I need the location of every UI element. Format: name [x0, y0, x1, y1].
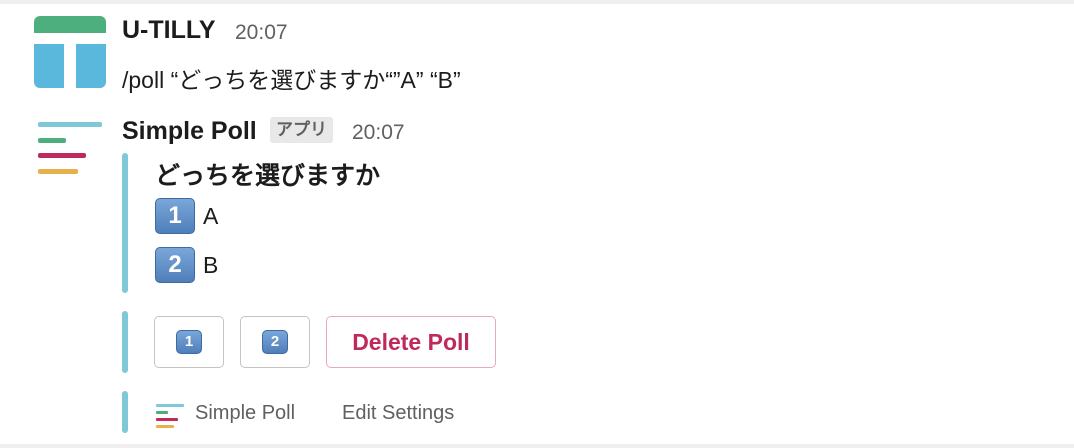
poll-option-label: B [203, 251, 219, 278]
attachment-accent-bar [122, 153, 128, 293]
message-timestamp[interactable]: 20:07 [352, 121, 405, 145]
footer-app-name[interactable]: Simple Poll [195, 402, 295, 425]
delete-poll-button[interactable]: Delete Poll [326, 316, 496, 368]
top-divider [0, 0, 1074, 4]
message-author-utilly[interactable]: U-TILLY [122, 16, 216, 45]
poll-option-label: A [203, 202, 219, 229]
message-text: /poll “どっちを選びますか“”A” “B” [122, 67, 461, 93]
poll-icon-line [156, 411, 168, 414]
poll-question: どっちを選びますか [155, 162, 381, 190]
utilly-avatar[interactable] [34, 16, 106, 88]
keycap-one-icon: 1 [155, 198, 195, 234]
poll-option: 1 A [155, 198, 218, 234]
avatar-blue-block-left [34, 44, 64, 88]
poll-option: 2 B [155, 247, 218, 283]
vote-option-1-button[interactable]: 1 [154, 316, 224, 368]
message-author-simple-poll[interactable]: Simple Poll [122, 117, 257, 146]
poll-icon-line [38, 169, 78, 174]
poll-icon-line [38, 153, 86, 158]
vote-option-2-button[interactable]: 2 [240, 316, 310, 368]
message-timestamp[interactable]: 20:07 [235, 21, 288, 45]
actions-accent-bar [122, 311, 128, 373]
poll-icon-line [38, 122, 102, 127]
bottom-divider [0, 444, 1074, 448]
footer-accent-bar [122, 391, 128, 433]
edit-settings-link[interactable]: Edit Settings [342, 402, 454, 425]
poll-icon-line [156, 404, 184, 407]
keycap-two-icon: 2 [155, 247, 195, 283]
keycap-one-icon: 1 [176, 330, 202, 354]
app-badge: アプリ [270, 117, 333, 143]
keycap-two-icon: 2 [262, 330, 288, 354]
poll-icon-line [156, 425, 174, 428]
avatar-blue-block-right [76, 44, 106, 88]
avatar-green-block [34, 16, 106, 33]
simple-poll-footer-icon [156, 403, 186, 429]
poll-icon-line [156, 418, 178, 421]
poll-icon-line [38, 138, 66, 143]
simple-poll-avatar[interactable] [38, 122, 102, 178]
